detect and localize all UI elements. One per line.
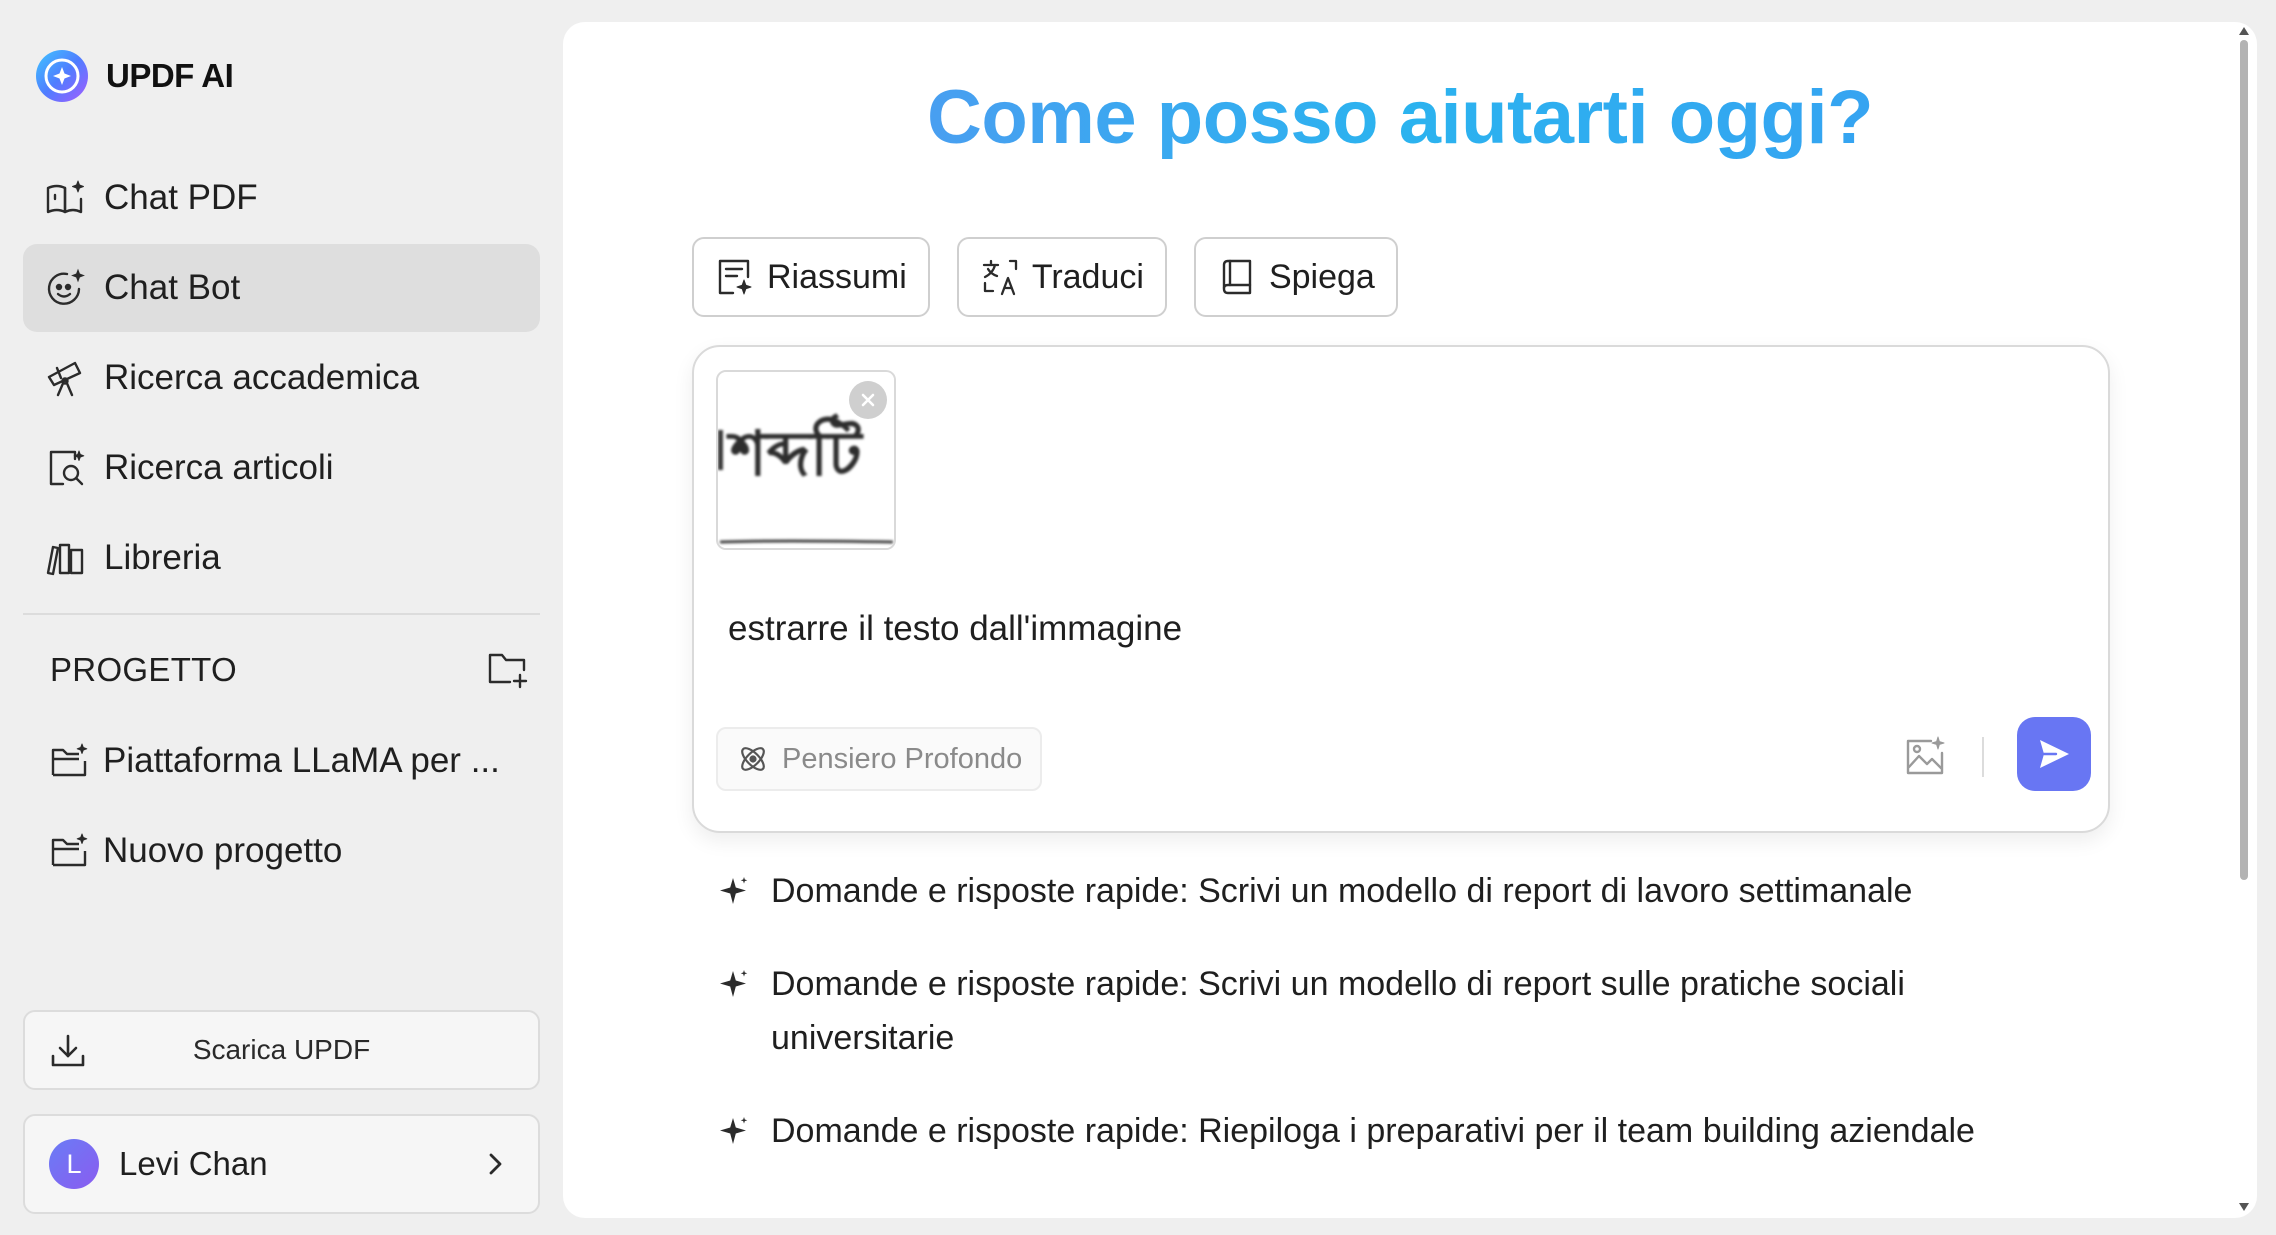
sidebar-item-chat-pdf[interactable]: Chat PDF: [23, 154, 540, 242]
image-upload-icon[interactable]: [1903, 735, 1947, 779]
book-icon: [1222, 259, 1252, 295]
book-sparkle-icon: [46, 180, 84, 214]
folder-sparkle-icon: [51, 833, 88, 867]
user-name: Levi Chan: [119, 1145, 268, 1182]
project-item[interactable]: Nuovo progetto: [23, 806, 540, 896]
send-icon: [2040, 740, 2069, 768]
translate-label: Traduci: [1031, 257, 1144, 296]
sidebar: UPDF AI Chat PDF Chat Bot Ricerca accade…: [0, 0, 562, 1235]
project-label: Piattaforma LLaMA per ...: [103, 741, 500, 780]
folder-sparkle-icon: [51, 743, 88, 777]
scroll-down-arrow-icon[interactable]: [2238, 1202, 2250, 1212]
folder-add-icon: [488, 653, 528, 689]
sidebar-item-library[interactable]: Libreria: [23, 514, 540, 602]
summarize-button[interactable]: Riassumi: [692, 237, 930, 317]
quick-actions: Riassumi Traduci Spiega: [692, 237, 1425, 317]
send-button[interactable]: [2017, 717, 2091, 791]
suggestion-text: Domande e risposte rapide: Riepiloga i p…: [771, 1112, 1975, 1150]
brand[interactable]: UPDF AI: [34, 46, 234, 106]
new-project-button[interactable]: [486, 648, 530, 692]
project-list: Piattaforma LLaMA per ... Nuovo progetto: [23, 716, 540, 896]
sidebar-divider: [23, 613, 540, 615]
sidebar-item-label: Chat Bot: [104, 268, 241, 307]
sparkle-icon: [720, 1117, 748, 1144]
sidebar-item-label: Chat PDF: [104, 178, 258, 217]
summary-icon: [718, 259, 752, 295]
explain-label: Spiega: [1268, 257, 1375, 296]
sparkle-icon: [720, 877, 748, 904]
suggestion-item[interactable]: Domande e risposte rapide: Riepiloga i p…: [719, 1104, 2019, 1158]
atom-icon: [741, 747, 765, 771]
page-title: Come posso aiutarti oggi?: [563, 74, 2237, 161]
suggestion-item[interactable]: Domande e risposte rapide: Scrivi un mod…: [719, 957, 2019, 1065]
updf-ai-logo-icon: [36, 50, 88, 102]
main-panel: Come posso aiutarti oggi? Riassumi Tradu…: [563, 22, 2257, 1218]
sidebar-item-label: Ricerca accademica: [104, 358, 420, 397]
project-item[interactable]: Piattaforma LLaMA per ...: [23, 716, 540, 806]
suggestion-text: Domande e risposte rapide: Scrivi un mod…: [771, 965, 1905, 1057]
summarize-label: Riassumi: [767, 257, 907, 296]
project-label: Nuovo progetto: [103, 831, 343, 870]
sidebar-item-label: Libreria: [104, 538, 221, 577]
explain-button[interactable]: Spiega: [1193, 237, 1398, 317]
project-header: PROGETTO: [50, 640, 530, 700]
bot-face-icon: [47, 268, 85, 305]
toolbar-divider: [1982, 737, 1984, 777]
app-window: UPDF AI Chat PDF Chat Bot Ricerca accade…: [0, 0, 2276, 1235]
translate-button[interactable]: Traduci: [956, 237, 1167, 317]
translate-icon: [982, 259, 1017, 296]
prompt-input[interactable]: estrarre il testo dall'immagine: [728, 609, 1182, 649]
avatar: L: [49, 1139, 99, 1189]
download-label: Scarica UPDF: [192, 1034, 371, 1065]
scrollbar-thumb[interactable]: [2240, 40, 2248, 880]
deep-think-toggle[interactable]: Pensiero Profondo: [716, 727, 1043, 791]
download-icon: [51, 1034, 85, 1067]
user-account-button[interactable]: L Levi Chan: [23, 1114, 540, 1214]
attached-image-text: শব্দটি: [726, 413, 864, 490]
sidebar-item-academic-search[interactable]: Ricerca accademica: [23, 334, 540, 422]
project-section-title: PROGETTO: [50, 651, 237, 688]
brand-name: UPDF AI: [106, 57, 234, 94]
suggestion-item[interactable]: Domande e risposte rapide: Scrivi un mod…: [719, 864, 2019, 918]
telescope-icon: [47, 361, 82, 397]
suggestion-text: Domande e risposte rapide: Scrivi un mod…: [771, 872, 1913, 910]
chevron-right-icon: [489, 1153, 502, 1175]
attached-image-thumbnail[interactable]: শব্দটি: [716, 370, 896, 550]
sidebar-item-article-search[interactable]: Ricerca articoli: [23, 424, 540, 512]
download-updf-button[interactable]: Scarica UPDF: [23, 1010, 540, 1090]
close-icon: [861, 393, 875, 407]
sidebar-item-label: Ricerca articoli: [104, 448, 334, 487]
library-icon: [46, 543, 84, 576]
remove-attachment-button[interactable]: [849, 381, 887, 419]
chat-composer[interactable]: শব্দটি estrarre il testo dall'immagine P…: [692, 345, 2110, 833]
sidebar-item-chat-bot[interactable]: Chat Bot: [23, 244, 540, 332]
deep-think-label: Pensiero Profondo: [782, 742, 1023, 775]
suggestion-list: Domande e risposte rapide: Scrivi un mod…: [719, 864, 2019, 1197]
document-search-icon: [49, 450, 85, 486]
scroll-up-arrow-icon[interactable]: [2238, 26, 2250, 36]
sparkle-icon: [720, 970, 748, 997]
sidebar-nav: Chat PDF Chat Bot Ricerca accademica Ric…: [23, 154, 540, 604]
